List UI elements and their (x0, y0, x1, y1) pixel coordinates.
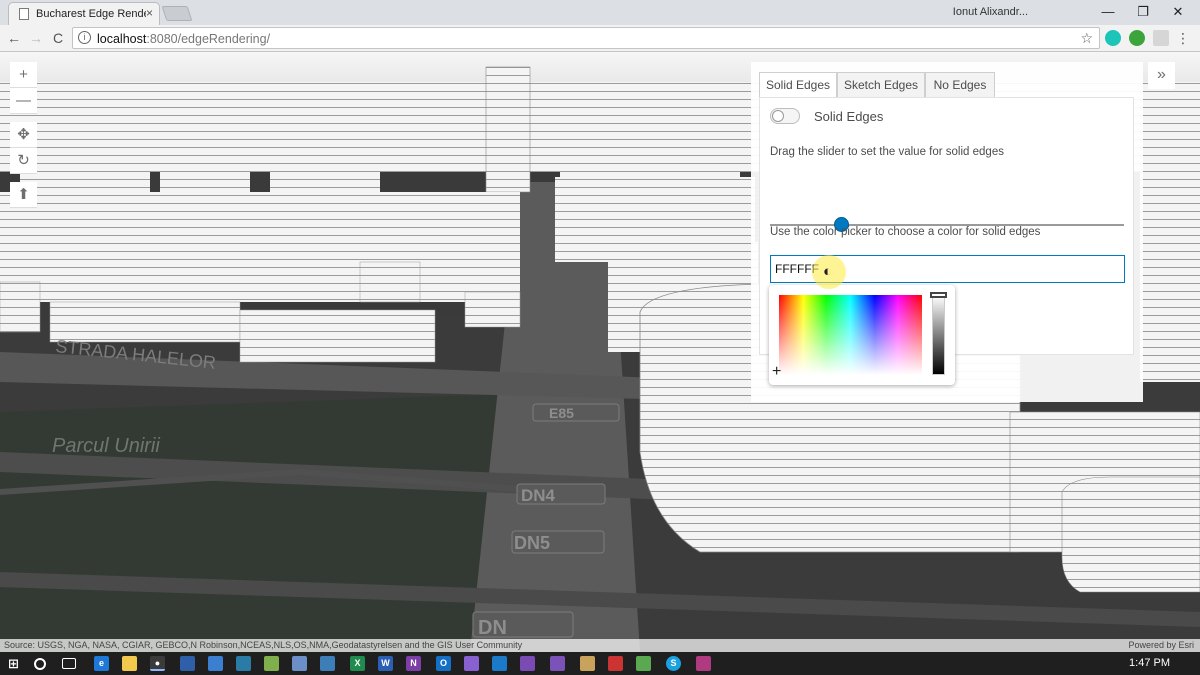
tab-solid-edges[interactable]: Solid Edges (759, 72, 837, 98)
brightness-handle[interactable] (930, 292, 947, 298)
zoom-out-button[interactable]: — (10, 88, 37, 114)
road-dn-label: DN (478, 617, 507, 639)
color-instruction: Use the color picker to choose a color f… (770, 226, 1041, 238)
restore-icon[interactable]: ❐ (1128, 2, 1158, 22)
close-tab-icon[interactable]: × (146, 6, 153, 20)
browser-menu-icon[interactable]: ⋮ (1176, 30, 1190, 47)
task-view-icon[interactable] (62, 658, 76, 669)
url-host: localhost (97, 32, 147, 46)
windows-taskbar: ⊞ e ● X W N O S 1:47 PM (0, 652, 1200, 675)
toggle-knob (772, 110, 784, 122)
road-shield-dn5: DN5 (511, 530, 605, 554)
park-label: Parcul Unirii (52, 435, 160, 457)
taskbar-clock[interactable]: 1:47 PM (1129, 657, 1170, 669)
site-info-icon[interactable]: i (78, 31, 91, 44)
tab-no-edges[interactable]: No Edges (925, 72, 995, 98)
app-icon[interactable] (264, 656, 279, 671)
road-dn5-label: DN5 (514, 533, 550, 553)
vscode-icon[interactable] (492, 656, 507, 671)
windows-start-icon[interactable]: ⊞ (6, 656, 21, 671)
new-tab-button[interactable] (161, 6, 193, 21)
solid-edges-toggle[interactable] (770, 108, 800, 124)
scene-view[interactable]: STRADA HALELOR Parcul Unirii E85 DN4 DN5… (0, 52, 1200, 652)
chrome-icon[interactable]: ● (150, 656, 165, 671)
address-bar[interactable]: i localhost:8080/edgeRendering/ ☆ (72, 27, 1100, 49)
minimize-icon[interactable]: — (1093, 2, 1123, 22)
solid-edges-toggle-label: Solid Edges (814, 109, 884, 124)
app-icon[interactable] (236, 656, 251, 671)
edge-browser-icon[interactable]: e (94, 656, 109, 671)
reload-icon[interactable]: C (49, 29, 67, 47)
pan-icon[interactable]: ✥ (10, 122, 37, 148)
attribution-text: Source: USGS, NGA, NASA, CGIAR, GEBCO,N … (4, 640, 523, 650)
app-icon[interactable] (696, 656, 711, 671)
road-e85-label: E85 (549, 405, 574, 421)
road-shield-dn: DN (472, 611, 574, 639)
browser-user-name[interactable]: Ionut Alixandr... (953, 6, 1028, 18)
file-explorer-icon[interactable] (122, 656, 137, 671)
app-icon[interactable] (464, 656, 479, 671)
skype-icon[interactable]: S (666, 656, 681, 671)
visual-studio-icon[interactable] (520, 656, 535, 671)
browser-tab-strip: Bucharest Edge Rendering × Ionut Alixand… (0, 0, 1200, 25)
road-dn4-label: DN4 (521, 486, 556, 505)
extension-icon[interactable] (1105, 30, 1121, 46)
mouse-cursor-icon: ◐ (823, 263, 833, 280)
rotate-icon[interactable]: ↻ (10, 148, 37, 174)
word-icon[interactable]: W (378, 656, 393, 671)
browser-tab-title: Bucharest Edge Rendering (36, 8, 146, 20)
app-icon[interactable] (208, 656, 223, 671)
outlook-icon[interactable]: O (436, 656, 451, 671)
road-shield-e85: E85 (532, 403, 620, 422)
app-icon[interactable] (292, 656, 307, 671)
road-shield-dn4: DN4 (516, 483, 606, 505)
page-favicon-icon (19, 8, 29, 20)
spectrum-crosshair-icon[interactable]: + (772, 363, 781, 381)
view-navigation-controls: + — ✥ ↻ ⬆ (10, 62, 37, 208)
color-picker-popup: + (769, 285, 955, 385)
app-icon[interactable] (320, 656, 335, 671)
forward-icon[interactable]: → (27, 29, 45, 47)
map-attribution: Source: USGS, NGA, NASA, CGIAR, GEBCO,N … (0, 639, 1200, 652)
compass-icon[interactable]: ⬆ (10, 182, 37, 208)
color-spectrum[interactable] (779, 295, 922, 375)
slider-instruction: Drag the slider to set the value for sol… (770, 146, 1004, 158)
app-icon[interactable] (636, 656, 651, 671)
app-icon[interactable] (580, 656, 595, 671)
bookmark-star-icon[interactable]: ☆ (1080, 30, 1093, 47)
tab-sketch-edges[interactable]: Sketch Edges (837, 72, 925, 98)
expand-panel-button[interactable]: » (1148, 62, 1175, 89)
app-icon[interactable] (180, 656, 195, 671)
onenote-icon[interactable]: N (406, 656, 421, 671)
zoom-in-button[interactable]: + (10, 62, 37, 88)
powered-by-esri[interactable]: Powered by Esri (1128, 639, 1194, 652)
back-icon[interactable]: ← (5, 29, 23, 47)
url-path: :8080/edgeRendering/ (146, 32, 271, 46)
extension-icon[interactable] (1153, 30, 1169, 46)
brightness-bar[interactable] (932, 295, 945, 375)
url-text: localhost:8080/edgeRendering/ (97, 32, 270, 46)
app-icon[interactable] (550, 656, 565, 671)
extension-icon[interactable] (1129, 30, 1145, 46)
close-window-icon[interactable]: ✕ (1163, 2, 1193, 22)
app-icon[interactable] (608, 656, 623, 671)
browser-tab[interactable]: Bucharest Edge Rendering × (8, 2, 160, 25)
browser-toolbar: ← → C i localhost:8080/edgeRendering/ ☆ … (0, 25, 1200, 52)
search-icon[interactable] (34, 658, 46, 670)
excel-icon[interactable]: X (350, 656, 365, 671)
